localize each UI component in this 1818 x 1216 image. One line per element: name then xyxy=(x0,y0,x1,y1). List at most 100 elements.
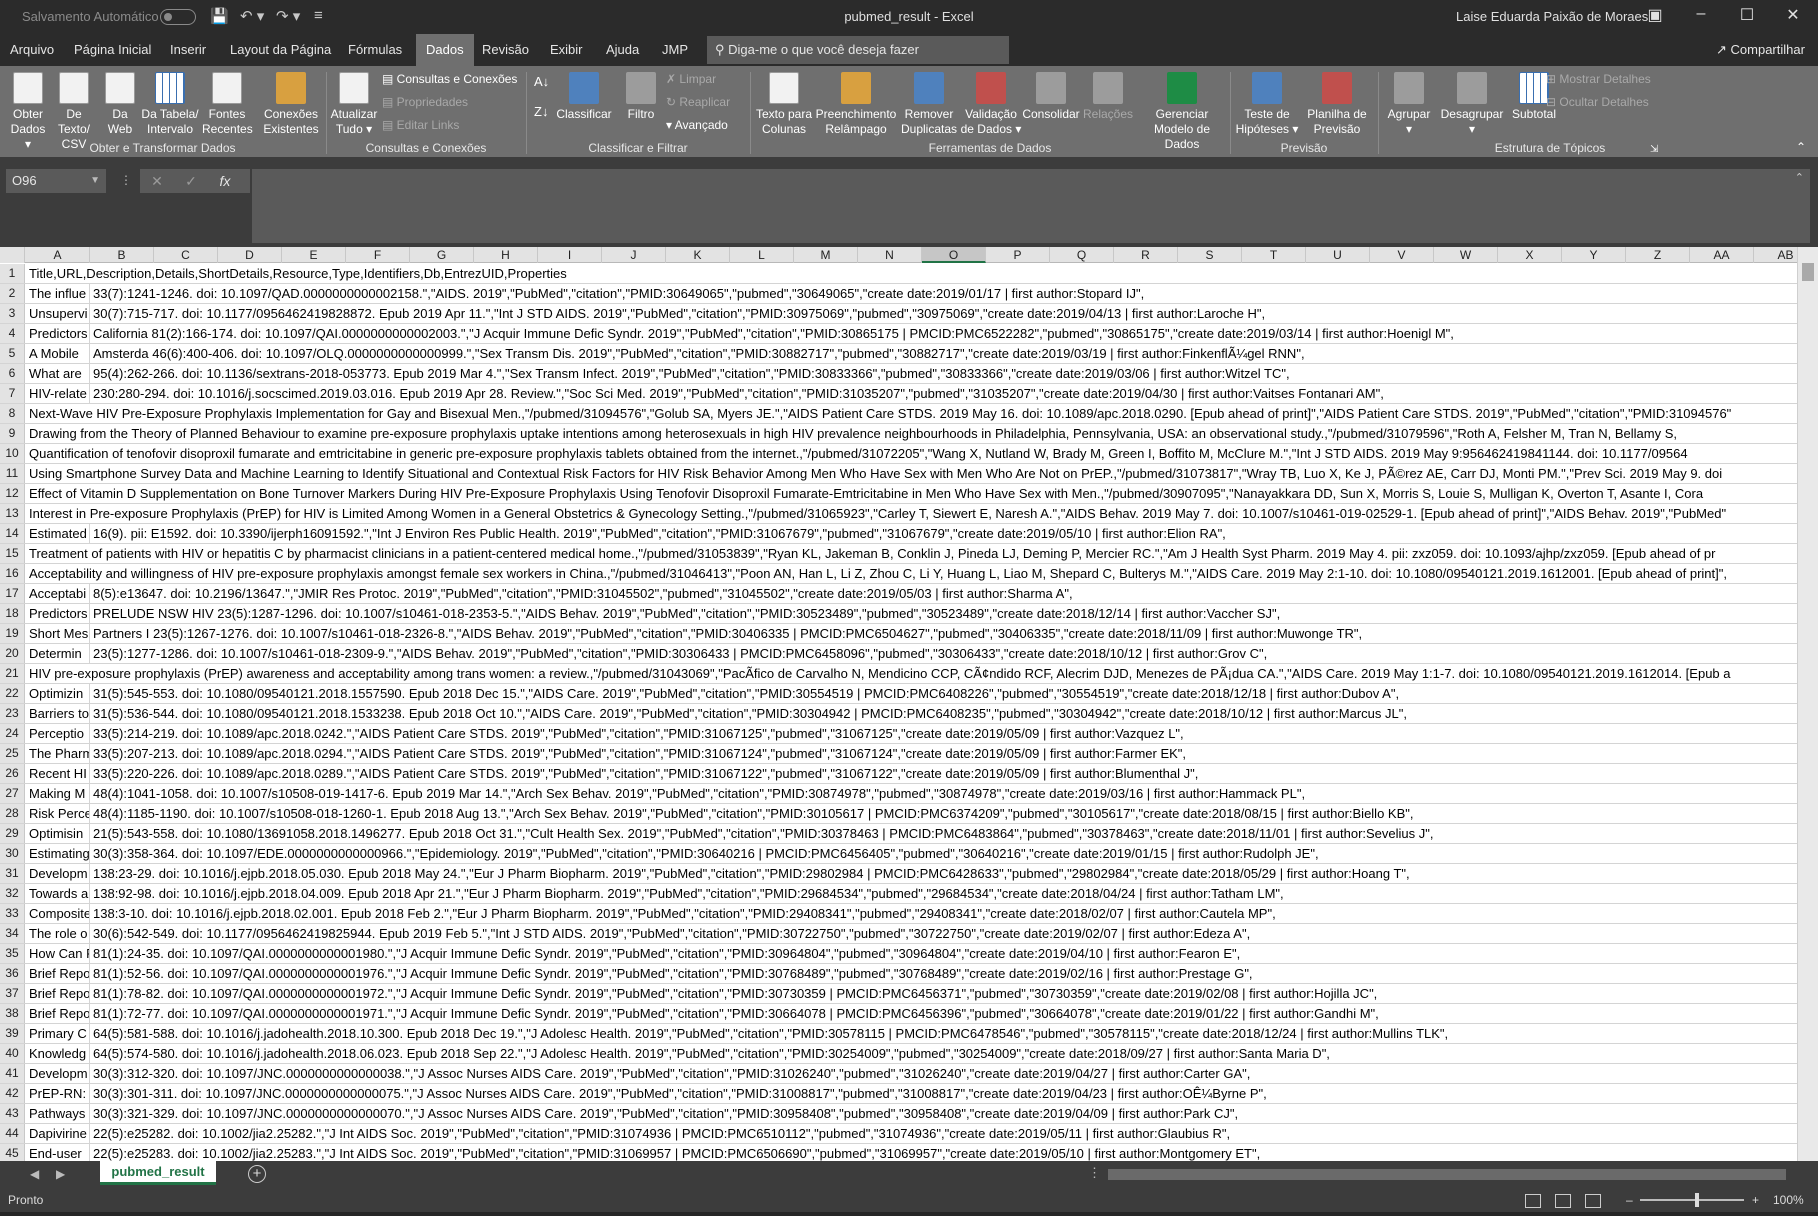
cell-a[interactable]: Estimated xyxy=(26,524,90,543)
from-table-button[interactable]: Da Tabela/Intervalo xyxy=(140,72,200,137)
column-header-l[interactable]: L xyxy=(730,247,794,263)
page-break-view-icon[interactable] xyxy=(1585,1194,1601,1208)
row-header[interactable]: 40 xyxy=(0,1044,25,1063)
tab-revisao[interactable]: Revisão xyxy=(472,34,539,66)
row-header[interactable]: 38 xyxy=(0,1004,25,1023)
outline-settings-icon[interactable]: ⇲ xyxy=(1650,142,1658,157)
share-button[interactable]: ↗ Compartilhar xyxy=(1716,34,1805,66)
row-header[interactable]: 5 xyxy=(0,344,25,363)
column-header-n[interactable]: N xyxy=(858,247,922,263)
sort-button[interactable]: Classificar xyxy=(552,72,616,122)
cell-a[interactable]: Estimating xyxy=(26,844,90,863)
cell-overflow-text[interactable]: 48(4):1185-1190. doi: 10.1007/s10508-018… xyxy=(91,804,1413,823)
cell-overflow-text[interactable]: Amsterda 46(6):400-406. doi: 10.1097/OLQ… xyxy=(91,344,1305,363)
row-header[interactable]: 29 xyxy=(0,824,25,843)
advanced-filter-button[interactable]: ▾ Avançado xyxy=(666,118,728,133)
cell-a[interactable]: Title,URL,Description,Details,ShortDetai… xyxy=(26,264,567,283)
properties-button[interactable]: ▤ Propriedades xyxy=(382,95,468,110)
horizontal-scrollbar[interactable] xyxy=(1108,1169,1786,1180)
column-header-y[interactable]: Y xyxy=(1562,247,1626,263)
forecast-sheet-button[interactable]: Planilha de Previsão xyxy=(1302,72,1372,137)
cell-a[interactable]: Optimisin xyxy=(26,824,90,843)
group-button[interactable]: Agrupar ▾ xyxy=(1380,72,1438,137)
cell-a[interactable]: Next-Wave HIV Pre-Exposure Prophylaxis I… xyxy=(26,404,1732,423)
tab-ajuda[interactable]: Ajuda xyxy=(596,34,649,66)
cell-a[interactable]: What are xyxy=(26,364,90,383)
show-detail-label-wrap[interactable]: ⊞ Mostrar Detalhes xyxy=(1546,72,1651,87)
sort-za-icon[interactable]: Z↓ xyxy=(534,104,548,119)
row-header[interactable]: 11 xyxy=(0,464,25,483)
row-header[interactable]: 21 xyxy=(0,664,25,683)
cell-overflow-text[interactable]: Partners I 23(5):1267-1276. doi: 10.1007… xyxy=(91,624,1362,643)
cell-overflow-text[interactable]: 95(4):262-266. doi: 10.1136/sextrans-201… xyxy=(91,364,1290,383)
cell-overflow-text[interactable]: 33(5):207-213. doi: 10.1089/apc.2018.029… xyxy=(91,744,1186,763)
row-header[interactable]: 19 xyxy=(0,624,25,643)
row-header[interactable]: 1 xyxy=(0,264,25,283)
cell-overflow-text[interactable]: 81(1):24-35. doi: 10.1097/QAI.0000000000… xyxy=(91,944,1240,963)
cell-a[interactable]: The role o xyxy=(26,924,90,943)
row-header[interactable]: 42 xyxy=(0,1084,25,1103)
zoom-slider-knob[interactable] xyxy=(1695,1193,1699,1207)
cell-overflow-text[interactable]: 81(1):78-82. doi: 10.1097/QAI.0000000000… xyxy=(91,984,1377,1003)
column-header-p[interactable]: P xyxy=(986,247,1050,263)
cell-a[interactable]: Making M xyxy=(26,784,90,803)
cell-overflow-text[interactable]: 8(5):e13647. doi: 10.2196/13647.","JMIR … xyxy=(91,584,1073,603)
remove-duplicates-button[interactable]: Remover Duplicatas xyxy=(898,72,960,137)
relationships-button[interactable]: Relações xyxy=(1080,72,1136,122)
tab-formulas[interactable]: Fórmulas xyxy=(338,34,412,66)
row-header[interactable]: 15 xyxy=(0,544,25,563)
column-header-w[interactable]: W xyxy=(1434,247,1498,263)
cell-overflow-text[interactable]: 23(5):1277-1286. doi: 10.1007/s10461-018… xyxy=(91,644,1267,663)
cell-overflow-text[interactable]: 30(3):312-320. doi: 10.1097/JNC.00000000… xyxy=(91,1064,1250,1083)
cell-overflow-text[interactable]: 30(3):321-329. doi: 10.1097/JNC.00000000… xyxy=(91,1104,1238,1123)
minimize-icon[interactable]: – xyxy=(1686,5,1716,23)
recent-sources-button[interactable]: Fontes Recentes xyxy=(202,72,253,137)
row-header[interactable]: 34 xyxy=(0,924,25,943)
tab-inserir[interactable]: Inserir xyxy=(160,34,216,66)
column-header-aa[interactable]: AA xyxy=(1690,247,1754,263)
row-header[interactable]: 43 xyxy=(0,1104,25,1123)
cell-a[interactable]: PrEP-RN: xyxy=(26,1084,90,1103)
cell-a[interactable]: HIV pre-exposure prophylaxis (PrEP) awar… xyxy=(26,664,1731,683)
row-header[interactable]: 24 xyxy=(0,724,25,743)
cell-a[interactable]: Recent HI xyxy=(26,764,90,783)
row-header[interactable]: 16 xyxy=(0,564,25,583)
row-header[interactable]: 28 xyxy=(0,804,25,823)
cell-overflow-text[interactable]: 31(5):536-544. doi: 10.1080/09540121.201… xyxy=(91,704,1407,723)
row-header[interactable]: 18 xyxy=(0,604,25,623)
name-box[interactable]: O96 ▼ xyxy=(6,169,106,193)
tab-split-handle[interactable]: ⋮ xyxy=(1088,1165,1101,1181)
edit-links-button[interactable]: ▤ Editar Links xyxy=(382,118,459,133)
zoom-in-icon[interactable]: + xyxy=(1752,1188,1759,1212)
row-header[interactable]: 35 xyxy=(0,944,25,963)
zoom-slider[interactable] xyxy=(1640,1193,1744,1207)
cell-a[interactable]: Quantification of tenofovir disoproxil f… xyxy=(26,444,1688,463)
cell-a[interactable]: Predictors xyxy=(26,604,90,623)
cell-a[interactable]: Dapivirine xyxy=(26,1124,90,1143)
cell-overflow-text[interactable]: 33(5):220-226. doi: 10.1089/apc.2018.028… xyxy=(91,764,1198,783)
column-header-u[interactable]: U xyxy=(1306,247,1370,263)
row-header[interactable]: 12 xyxy=(0,484,25,503)
column-header-b[interactable]: B xyxy=(90,247,154,263)
cell-a[interactable]: Developm xyxy=(26,864,90,883)
cell-a[interactable]: End-user xyxy=(26,1144,90,1161)
cell-overflow-text[interactable]: 48(4):1041-1058. doi: 10.1007/s10508-019… xyxy=(91,784,1305,803)
column-header-m[interactable]: M xyxy=(794,247,858,263)
zoom-out-icon[interactable]: – xyxy=(1626,1188,1633,1212)
tell-me-search[interactable]: ⚲ Diga-me o que você deseja fazer xyxy=(707,36,1009,64)
column-header-s[interactable]: S xyxy=(1178,247,1242,263)
column-header-a[interactable]: A xyxy=(26,247,90,263)
column-header-v[interactable]: V xyxy=(1370,247,1434,263)
clear-filter-button[interactable]: ✗ Limpar xyxy=(666,72,716,87)
tab-jmp[interactable]: JMP xyxy=(652,34,698,66)
user-name[interactable]: Laise Eduarda Paixão de Moraes xyxy=(1456,9,1648,24)
cell-a[interactable]: Acceptabi xyxy=(26,584,90,603)
row-header[interactable]: 9 xyxy=(0,424,25,443)
what-if-button[interactable]: Teste de Hipóteses ▾ xyxy=(1234,72,1300,137)
row-header[interactable]: 39 xyxy=(0,1024,25,1043)
cell-a[interactable]: A Mobile xyxy=(26,344,90,363)
row-header[interactable]: 23 xyxy=(0,704,25,723)
column-header-i[interactable]: I xyxy=(538,247,602,263)
cell-a[interactable]: Knowledg xyxy=(26,1044,90,1063)
cell-a[interactable]: Perceptio xyxy=(26,724,90,743)
